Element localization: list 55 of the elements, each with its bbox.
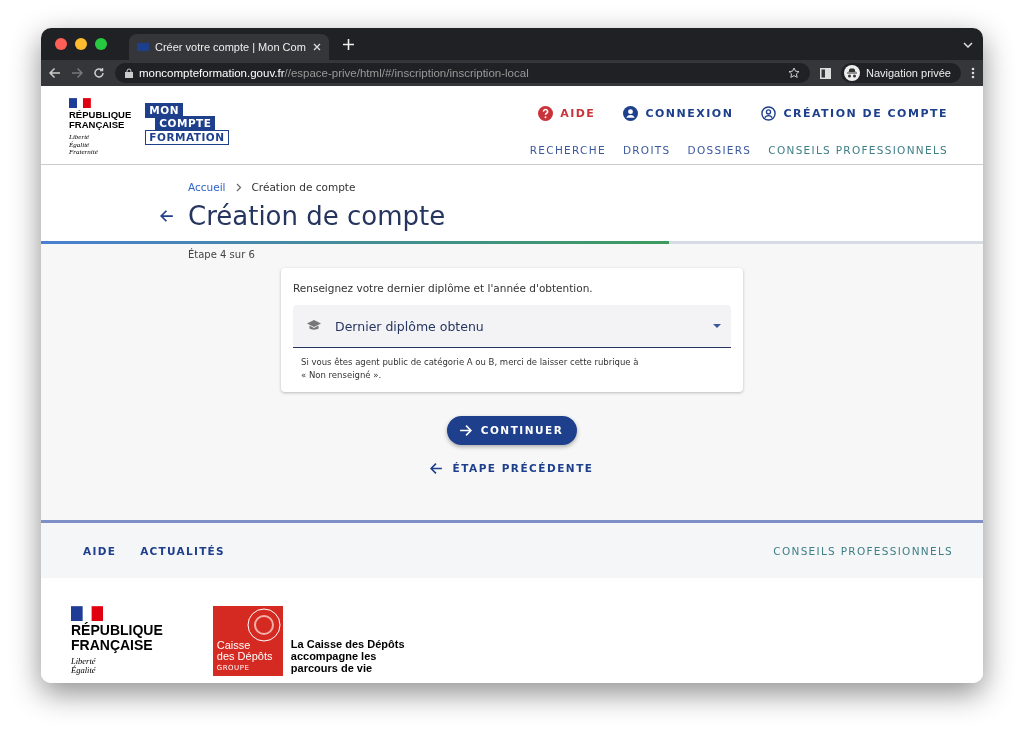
arrow-left-icon xyxy=(49,67,61,79)
close-icon[interactable] xyxy=(313,43,321,51)
step-label: Étape 4 sur 6 xyxy=(188,249,255,260)
address-bar[interactable]: moncompteformation.gouv.fr//espace-prive/html/#/inscription/inscription-local xyxy=(115,63,810,83)
header-link[interactable]: AIDE xyxy=(538,106,596,121)
arrow-right-icon xyxy=(71,67,83,79)
tagline-text: La Caisse des Dépôts accompagne les parcours de vie xyxy=(290,637,405,676)
lock-icon xyxy=(125,68,133,78)
flag-icon xyxy=(71,606,104,622)
motto-text: Égalité xyxy=(71,665,97,675)
nav-link[interactable]: CONSEILS PROFESSIONNELS xyxy=(768,144,948,156)
nav-link[interactable]: DOSSIERS xyxy=(687,144,752,156)
minimize-window-icon[interactable] xyxy=(75,38,87,50)
browser-tab[interactable]: Créer votre compte | Mon Com xyxy=(129,34,329,60)
chevron-down-icon[interactable] xyxy=(963,42,973,48)
form-intro: Renseignez votre dernier diplôme et l'année d'obtention. xyxy=(293,282,594,294)
footer-link[interactable]: CONSEILS PROFESSIONNELS xyxy=(773,544,953,557)
close-window-icon[interactable] xyxy=(55,38,67,50)
hint-text: Si vous êtes agent public de catégorie A ou B, merci de laisser cette rubrique à « Non renseigné ». xyxy=(300,356,640,382)
user-icon xyxy=(623,106,639,121)
help-icon xyxy=(538,106,554,121)
page-title: Création de compte xyxy=(188,201,446,231)
caret-icon xyxy=(713,324,721,328)
profile-button[interactable]: Navigation privée xyxy=(841,63,961,83)
arrow-right-icon xyxy=(458,423,472,437)
motto-text: Liberté xyxy=(71,656,97,666)
diploma-select[interactable]: Dernier diplôme obtenu xyxy=(293,305,731,348)
breadcrumb-link[interactable]: Accueil xyxy=(188,181,226,193)
footer-link[interactable]: AIDE xyxy=(83,544,117,557)
breadcrumb-current: Création de compte xyxy=(251,181,356,193)
continue-button[interactable]: CONTINUER xyxy=(446,415,578,445)
flag-icon xyxy=(69,98,91,109)
republic-name: RÉPUBLIQUE FRANÇAISE xyxy=(69,110,132,131)
republic-name: RÉPUBLIQUE FRANÇAISE xyxy=(71,623,163,653)
url-text: moncompteformation.gouv.fr//espace-prive/html/#/inscription/inscription-local xyxy=(139,67,529,79)
header-link[interactable]: CRÉATION DE COMPTE xyxy=(761,106,948,121)
reload-icon[interactable] xyxy=(93,67,105,79)
nav-link[interactable]: RECHERCHE xyxy=(529,144,606,156)
nav-link[interactable]: DROITS xyxy=(622,144,671,156)
user-circle-icon xyxy=(761,106,777,121)
footer-link[interactable]: ACTUALITÉS xyxy=(140,544,225,557)
plus-icon[interactable] xyxy=(343,38,354,50)
arrow-left-icon xyxy=(430,461,444,475)
sidebar-icon[interactable] xyxy=(820,67,831,79)
more-icon[interactable] xyxy=(971,67,975,79)
graduation-cap-icon xyxy=(307,320,321,332)
incognito-icon xyxy=(844,65,860,81)
brand-logo[interactable]: MON COMPTE FORMATION xyxy=(145,104,229,164)
star-icon[interactable] xyxy=(788,67,800,79)
header-link[interactable]: CONNEXION xyxy=(623,106,734,121)
chevron-right-icon xyxy=(235,182,242,192)
maximize-window-icon[interactable] xyxy=(95,38,107,50)
arrow-left-icon xyxy=(160,209,174,223)
previous-step-link[interactable]: ÉTAPE PRÉCÉDENTE xyxy=(430,461,594,475)
favicon-icon xyxy=(137,43,149,51)
